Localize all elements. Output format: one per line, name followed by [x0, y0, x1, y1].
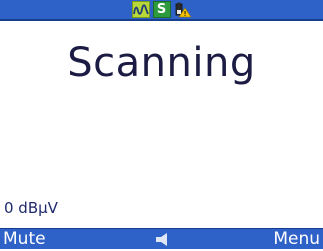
battery-warning-icon [174, 1, 192, 18]
mute-softkey[interactable]: Mute [3, 229, 46, 250]
wave-icon [131, 1, 150, 18]
s-badge-icon: S [152, 1, 171, 18]
softkey-bar: Mute Menu [0, 228, 323, 249]
menu-softkey[interactable]: Menu [273, 229, 320, 250]
speaker-icon[interactable] [154, 232, 174, 247]
status-bar: S [0, 0, 323, 21]
scan-status-title: Scanning [67, 40, 256, 86]
signal-level-readout: 0 dBµV [4, 199, 58, 217]
